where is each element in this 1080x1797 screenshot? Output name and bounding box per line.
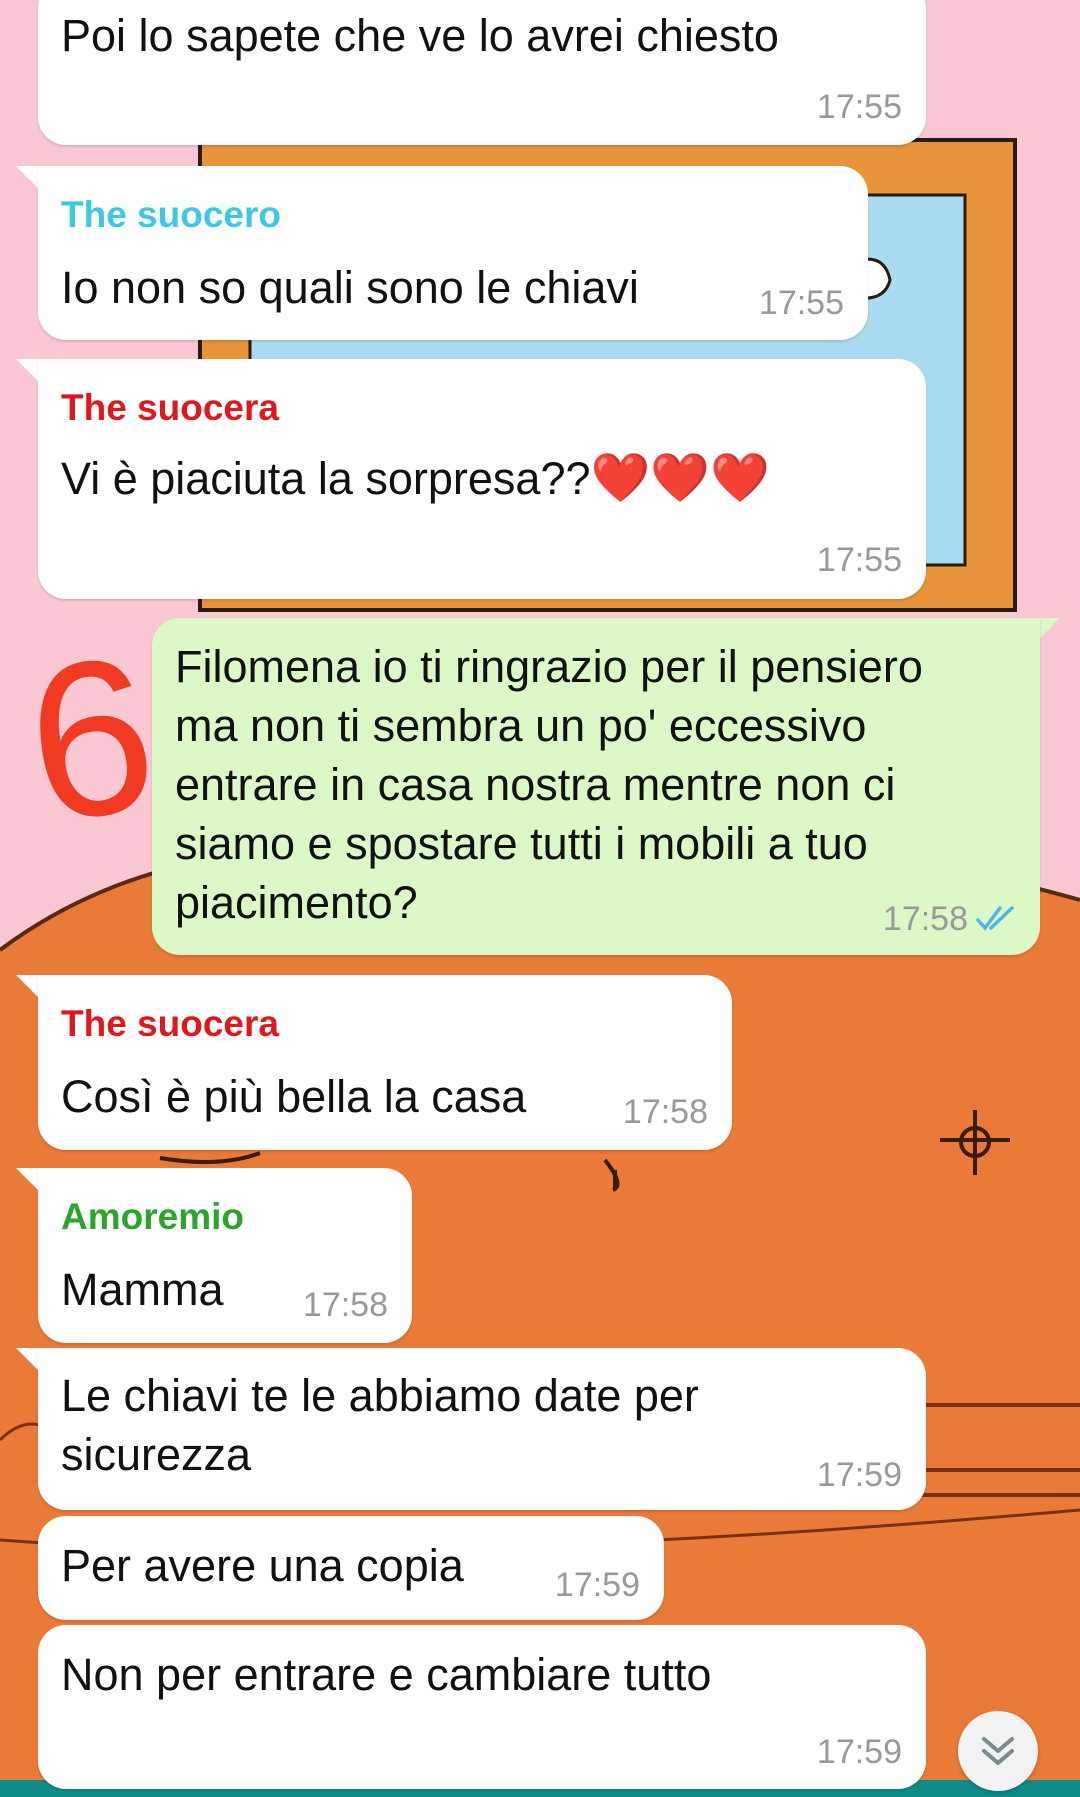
message-text: piacimento? <box>175 877 418 928</box>
message-bubble-outgoing[interactable]: Filomena io ti ringrazio per il pensiero… <box>152 618 1040 955</box>
message-bubble[interactable]: Non per entrare e cambiare tutto 17:59 <box>38 1625 926 1789</box>
message-time: 17:59 <box>816 1456 902 1494</box>
scroll-to-bottom-button[interactable] <box>958 1711 1038 1791</box>
message-text: Poi lo sapete che ve lo avrei chiesto <box>61 10 779 61</box>
heart-emoji-icons: ❤️❤️❤️ <box>590 452 770 505</box>
message-time: 17:58 <box>622 1093 708 1131</box>
double-check-read-icon <box>976 906 1014 931</box>
message-sender: The suocero <box>61 194 281 235</box>
message-bubble[interactable]: The suocera Vi è piaciuta la sorpresa??❤… <box>38 359 926 599</box>
message-bubble[interactable]: Per avere una copia 17:59 <box>38 1516 664 1620</box>
message-bubble[interactable]: The suocera Così è più bella la casa 17:… <box>38 975 732 1150</box>
message-time: 17:55 <box>758 284 844 322</box>
message-text: Così è più bella la casa <box>61 1071 527 1122</box>
message-text: sicurezza <box>61 1429 252 1480</box>
message-bubble[interactable]: The suocero Io non so quali sono le chia… <box>38 166 868 340</box>
message-text: Vi è piaciuta la sorpresa??❤️❤️❤️ <box>61 449 770 508</box>
message-time: 17:55 <box>816 541 902 579</box>
message-time: 17:58 <box>302 1286 388 1324</box>
message-text: Non per entrare e cambiare tutto <box>61 1649 712 1700</box>
message-bubble[interactable]: Poi lo sapete che ve lo avrei chiesto 17… <box>38 0 926 145</box>
message-text: Filomena io ti ringrazio per il pensiero <box>175 641 923 692</box>
message-text: ma non ti sembra un po' eccessivo <box>175 700 867 751</box>
message-time: 17:59 <box>554 1566 640 1604</box>
message-time: 17:55 <box>816 88 902 126</box>
message-text: Io non so quali sono le chiavi <box>61 262 639 313</box>
message-bubble[interactable]: Amoremio Mamma 17:58 <box>38 1168 412 1343</box>
message-text: Per avere una copia <box>61 1540 464 1591</box>
message-text: Le chiavi te le abbiamo date per <box>61 1370 699 1421</box>
message-sender: Amoremio <box>61 1196 244 1237</box>
message-text: siamo e spostare tutti i mobili a tuo <box>175 818 868 869</box>
message-time: 17:58 <box>882 900 968 938</box>
message-text: Mamma <box>61 1264 224 1315</box>
message-bubble[interactable]: Le chiavi te le abbiamo date per sicurez… <box>38 1348 926 1510</box>
message-text: entrare in casa nostra mentre non ci <box>175 759 896 810</box>
message-sender: The suocera <box>61 387 279 428</box>
message-sender: The suocera <box>61 1003 279 1044</box>
message-time: 17:59 <box>816 1733 902 1771</box>
chevron-double-down-icon <box>982 1737 1014 1765</box>
message-text-content: Vi è piaciuta la sorpresa?? <box>61 453 591 504</box>
